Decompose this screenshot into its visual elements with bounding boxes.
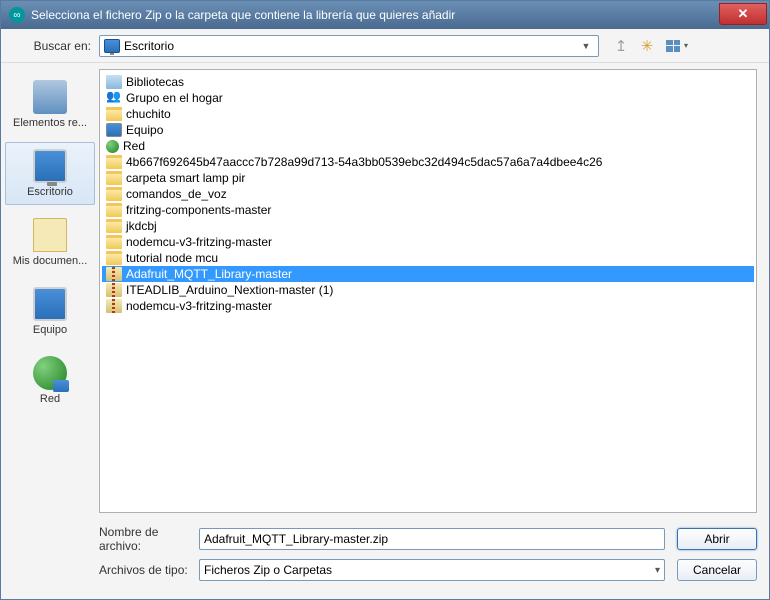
close-button[interactable]: ✕ — [719, 3, 767, 25]
zip-icon — [106, 283, 122, 297]
toolbar-icons: ✳ — [611, 36, 683, 56]
sidebar-item-label: Elementos re... — [8, 117, 92, 129]
file-row[interactable]: Bibliotecas — [102, 74, 754, 90]
file-row[interactable]: comandos_de_voz — [102, 186, 754, 202]
file-dialog-window: ∞ Selecciona el fichero Zip o la carpeta… — [0, 0, 770, 600]
sidebar-item-network[interactable]: Red — [5, 349, 95, 412]
file-name: fritzing-components-master — [126, 203, 271, 217]
folder-icon — [106, 251, 122, 265]
sidebar-item-label: Red — [8, 393, 92, 405]
lookin-dropdown[interactable]: Escritorio ▼ — [99, 35, 599, 57]
chevron-down-icon: ▼ — [578, 41, 594, 51]
lookin-label: Buscar en: — [13, 39, 99, 53]
folder-icon — [106, 203, 122, 217]
group-icon — [106, 91, 122, 105]
filename-label: Nombre de archivo: — [99, 525, 199, 553]
folder-icon — [106, 187, 122, 201]
libfolder-icon — [106, 75, 122, 89]
up-one-level-button[interactable] — [611, 36, 631, 56]
network-icon — [106, 140, 119, 153]
zip-icon — [106, 267, 122, 281]
sidebar-item-recent[interactable]: Elementos re... — [5, 73, 95, 136]
file-row[interactable]: jkdcbj — [102, 218, 754, 234]
file-name: nodemcu-v3-fritzing-master — [126, 299, 272, 313]
dialog-footer: Nombre de archivo: Adafruit_MQTT_Library… — [1, 519, 769, 599]
sidebar-item-label: Equipo — [8, 324, 92, 336]
file-row[interactable]: Red — [102, 138, 754, 154]
file-row[interactable]: 4b667f692645b47aaccc7b728a99d713-54a3bb0… — [102, 154, 754, 170]
file-row[interactable]: fritzing-components-master — [102, 202, 754, 218]
computer-icon — [106, 123, 122, 137]
file-name: chuchito — [126, 107, 171, 121]
file-list-panel[interactable]: Bibliotecas Grupo en el hogar chuchito Equi… — [99, 69, 757, 513]
cancel-button[interactable]: Cancelar — [677, 559, 757, 581]
network-icon — [33, 356, 67, 390]
new-folder-button[interactable]: ✳ — [637, 36, 657, 56]
computer-icon — [33, 287, 67, 321]
sidebar-item-documents[interactable]: Mis documen... — [5, 211, 95, 274]
filetype-dropdown[interactable]: Ficheros Zip o Carpetas — [199, 559, 665, 581]
filename-input[interactable]: Adafruit_MQTT_Library-master.zip — [199, 528, 665, 550]
file-row[interactable]: Equipo — [102, 122, 754, 138]
file-name: Bibliotecas — [126, 75, 184, 89]
open-button[interactable]: Abrir — [677, 528, 757, 550]
window-title: Selecciona el fichero Zip o la carpeta q… — [31, 8, 719, 22]
documents-icon — [33, 218, 67, 252]
body-area: Elementos re... Escritorio Mis documen..… — [1, 63, 769, 519]
file-name: nodemcu-v3-fritzing-master — [126, 235, 272, 249]
file-name: comandos_de_voz — [126, 187, 227, 201]
file-row[interactable]: ITEADLIB_Arduino_Nextion-master (1) — [102, 282, 754, 298]
file-row[interactable]: nodemcu-v3-fritzing-master — [102, 298, 754, 314]
desktop-icon — [33, 149, 67, 183]
file-row[interactable]: nodemcu-v3-fritzing-master — [102, 234, 754, 250]
folder-icon — [106, 107, 122, 121]
file-name: tutorial node mcu — [126, 251, 218, 265]
lookin-toolbar: Buscar en: Escritorio ▼ ✳ — [1, 29, 769, 63]
filename-value: Adafruit_MQTT_Library-master.zip — [204, 532, 388, 546]
file-name: Grupo en el hogar — [126, 91, 223, 105]
places-sidebar: Elementos re... Escritorio Mis documen..… — [1, 63, 99, 519]
file-name: Equipo — [126, 123, 163, 137]
folder-icon — [106, 171, 122, 185]
file-row[interactable]: Grupo en el hogar — [102, 90, 754, 106]
file-row[interactable]: chuchito — [102, 106, 754, 122]
sidebar-item-computer[interactable]: Equipo — [5, 280, 95, 343]
folder-icon — [106, 155, 122, 169]
titlebar[interactable]: ∞ Selecciona el fichero Zip o la carpeta… — [1, 1, 769, 29]
filetype-value: Ficheros Zip o Carpetas — [204, 563, 332, 577]
sidebar-item-desktop[interactable]: Escritorio — [5, 142, 95, 205]
file-name: 4b667f692645b47aaccc7b728a99d713-54a3bb0… — [126, 155, 602, 169]
lookin-value: Escritorio — [124, 39, 578, 53]
file-name: Red — [123, 139, 145, 153]
desktop-icon — [104, 39, 120, 53]
file-name: jkdcbj — [126, 219, 157, 233]
file-row[interactable]: Adafruit_MQTT_Library-master — [102, 266, 754, 282]
sidebar-item-label: Escritorio — [8, 186, 92, 198]
view-menu-button[interactable] — [663, 36, 683, 56]
file-name: ITEADLIB_Arduino_Nextion-master (1) — [126, 283, 333, 297]
file-name: carpeta smart lamp pir — [126, 171, 245, 185]
sidebar-item-label: Mis documen... — [8, 255, 92, 267]
file-name: Adafruit_MQTT_Library-master — [126, 267, 292, 281]
folder-icon — [106, 219, 122, 233]
zip-icon — [106, 299, 122, 313]
arduino-app-icon: ∞ — [9, 7, 25, 23]
file-row[interactable]: carpeta smart lamp pir — [102, 170, 754, 186]
file-row[interactable]: tutorial node mcu — [102, 250, 754, 266]
recent-items-icon — [33, 80, 67, 114]
folder-icon — [106, 235, 122, 249]
filetype-label: Archivos de tipo: — [99, 563, 199, 577]
